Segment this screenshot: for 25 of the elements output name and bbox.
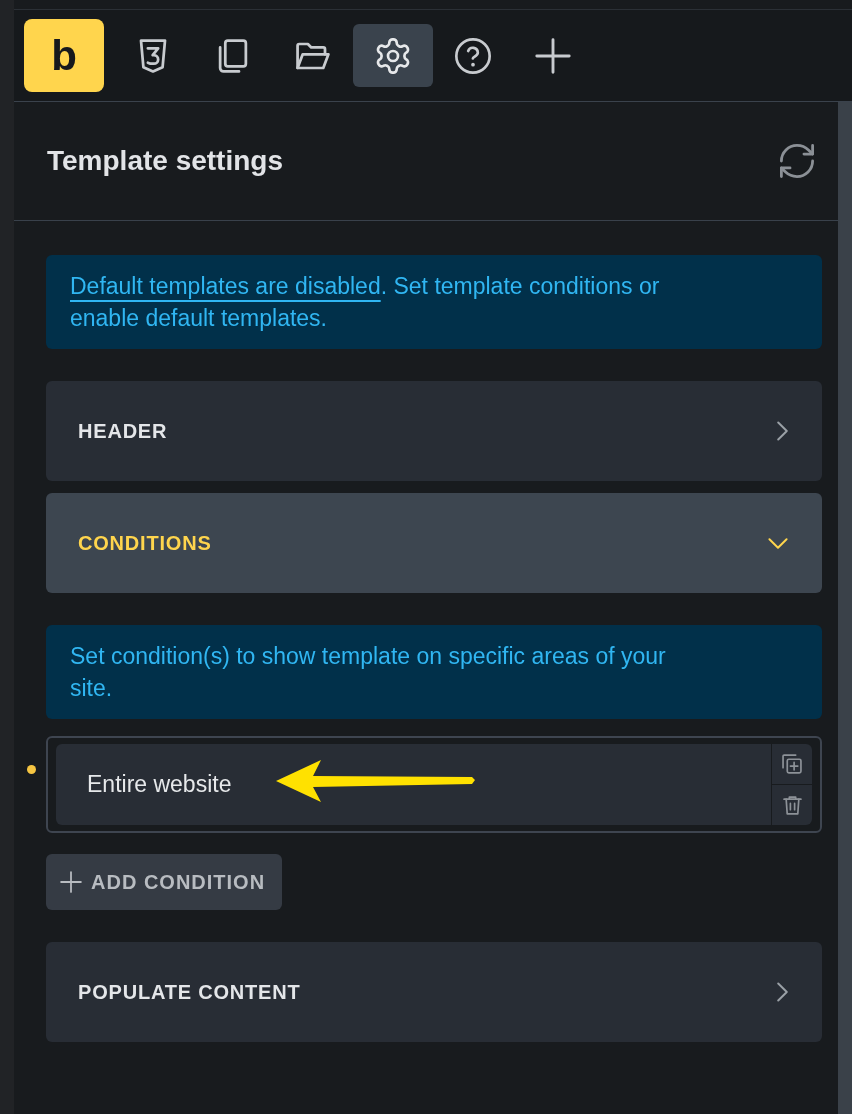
hint-text: Set condition(s) to show template on specific areas of your site. <box>70 642 667 703</box>
plus-icon <box>60 871 82 893</box>
refresh-icon[interactable] <box>780 144 814 178</box>
accordion-header[interactable]: CONDITIONS <box>46 493 822 593</box>
help-icon <box>455 37 491 74</box>
status-dot-icon <box>27 765 36 774</box>
panel-title: Template settings <box>47 145 283 177</box>
condition-item[interactable]: Entire website <box>56 744 771 825</box>
settings-icon <box>375 37 411 74</box>
notice-link[interactable]: Default templates are disabled <box>70 273 381 299</box>
chevron-down-icon <box>768 537 788 549</box>
chevron-right-icon <box>777 421 788 441</box>
notice-text: Default templates are disabled. Set template conditions or enable default templates. <box>70 272 661 333</box>
add-condition-button[interactable]: ADD CONDITION <box>46 854 283 910</box>
trash-icon <box>782 795 802 815</box>
accordion-header[interactable]: POPULATE CONTENT <box>46 942 822 1042</box>
delete-button[interactable] <box>772 785 812 825</box>
accordion-header[interactable]: HEADER <box>46 381 822 481</box>
copy-plus-icon <box>782 754 802 774</box>
duplicate-button[interactable] <box>772 744 812 784</box>
logo[interactable]: b <box>24 19 104 92</box>
chevron-right-icon <box>777 982 788 1002</box>
plus-icon <box>535 37 571 74</box>
toolbar-button[interactable] <box>353 24 433 87</box>
scrollbar[interactable] <box>838 102 852 1114</box>
